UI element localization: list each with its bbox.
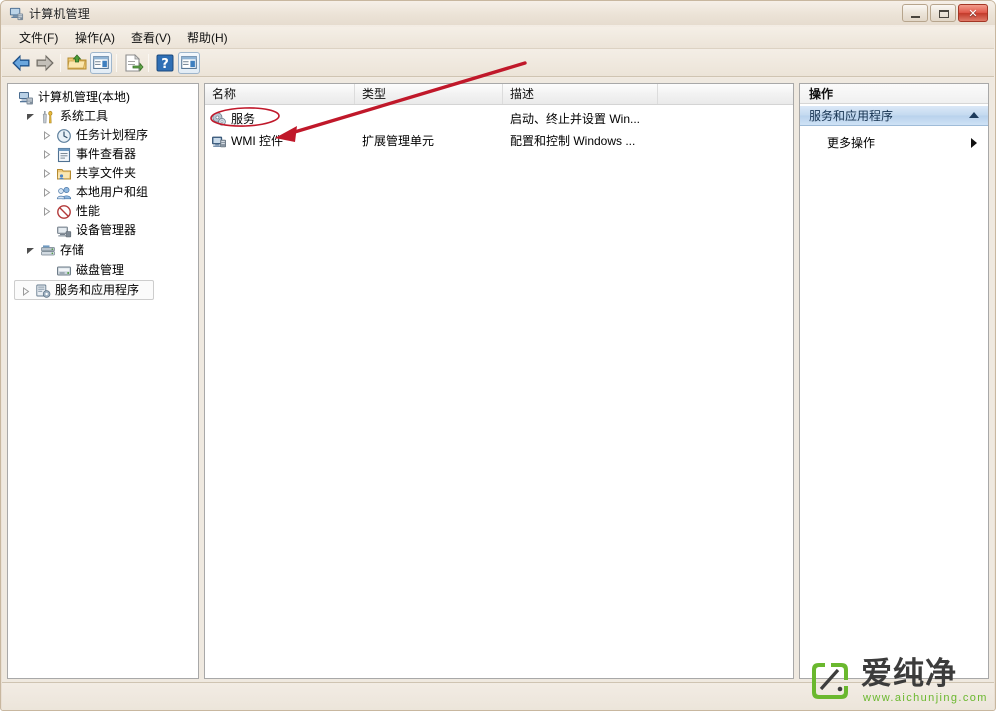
aichunjing-logo-icon: [812, 663, 848, 699]
window-title: 计算机管理: [29, 7, 91, 21]
chevron-right-icon[interactable]: [42, 131, 51, 140]
watermark-brand: 爱纯净: [861, 656, 957, 691]
chevron-right-icon[interactable]: [21, 287, 30, 296]
tree-item-label: 系统工具: [60, 109, 109, 123]
computer-management-window: 计算机管理 ✕ 文件(F) 操作(A) 查看(V) 帮助(H) ? 计算机管理(…: [0, 0, 996, 711]
console-tree-pane[interactable]: 计算机管理(本地) 系统工具 任务计划程序 事件查看器 共享文件夹 本地用户和组…: [7, 83, 199, 679]
close-button[interactable]: ✕: [958, 4, 988, 22]
menu-action[interactable]: 操作(A): [68, 30, 122, 47]
tree-item-label: 磁盘管理: [76, 263, 125, 277]
back-button[interactable]: [10, 52, 32, 74]
export-list-button[interactable]: [122, 52, 144, 74]
toolbar-separator-3: [148, 54, 149, 72]
list-item-services[interactable]: 服务 启动、终止并设置 Win...: [205, 108, 793, 130]
tree-item-label: 计算机管理(本地): [38, 90, 130, 104]
back-arrow-icon: [12, 54, 30, 72]
wmi-control-icon: [212, 136, 226, 148]
storage-icon: [41, 245, 55, 256]
chevron-right-icon[interactable]: [42, 169, 51, 178]
shared-folders-icon: [57, 169, 71, 180]
chevron-down-icon[interactable]: [26, 112, 35, 121]
svg-text:?: ?: [161, 57, 169, 72]
local-users-groups-icon: [56, 187, 72, 200]
menu-file[interactable]: 文件(F): [12, 30, 65, 47]
show-hide-tree-button[interactable]: [90, 52, 112, 74]
chevron-right-icon: [971, 138, 977, 148]
title-bar[interactable]: 计算机管理 ✕: [1, 1, 995, 25]
services-icon: [212, 112, 226, 126]
export-list-icon: [125, 54, 144, 72]
chevron-right-icon[interactable]: [42, 188, 51, 197]
list-item-wmi-control[interactable]: WMI 控件 扩展管理单元 配置和控制 Windows ...: [205, 130, 793, 152]
cell-type: [362, 108, 502, 130]
tree-item-label: 本地用户和组: [76, 185, 149, 199]
toolbar: ?: [2, 49, 994, 77]
more-actions-menu-item[interactable]: 更多操作: [800, 133, 988, 153]
system-tools-icon: [42, 110, 53, 124]
cell-name: WMI 控件: [231, 134, 283, 148]
computer-management-icon: [9, 7, 24, 21]
performance-icon: [57, 205, 71, 219]
computer-icon: [19, 92, 33, 105]
task-scheduler-icon: [57, 129, 71, 143]
menu-view[interactable]: 查看(V): [124, 30, 178, 47]
result-list-pane[interactable]: 名称 类型 描述 服务 启动、终止并设置 Win... WMI 控件 扩展管理单…: [204, 83, 794, 679]
up-folder-icon: [67, 54, 87, 70]
tree-item-label: 存储: [60, 243, 85, 257]
client-area: 计算机管理(本地) 系统工具 任务计划程序 事件查看器 共享文件夹 本地用户和组…: [2, 78, 994, 682]
cell-type: 扩展管理单元: [362, 134, 435, 148]
column-header-name[interactable]: 名称: [205, 84, 355, 104]
show-action-pane-icon: [181, 56, 197, 69]
tree-item-label: 服务和应用程序: [55, 283, 140, 297]
actions-pane[interactable]: 操作 服务和应用程序 更多操作: [799, 83, 989, 679]
close-icon: ✕: [968, 6, 978, 20]
menu-help[interactable]: 帮助(H): [180, 30, 235, 47]
tree-item-label: 设备管理器: [76, 223, 137, 237]
tree-item-services-and-applications[interactable]: 服务和应用程序: [14, 280, 154, 300]
cell-description: 启动、终止并设置 Win...: [510, 112, 641, 126]
actions-section-services-and-applications[interactable]: 服务和应用程序: [800, 105, 988, 126]
chevron-right-icon[interactable]: [42, 207, 51, 216]
list-column-header: 名称 类型 描述: [205, 84, 793, 105]
minimize-button[interactable]: [902, 4, 928, 22]
column-header-description[interactable]: 描述: [503, 84, 658, 104]
show-hide-tree-icon: [93, 56, 109, 69]
show-action-pane-button[interactable]: [178, 52, 200, 74]
cell-name: 服务: [231, 112, 256, 126]
forward-button[interactable]: [34, 52, 56, 74]
actions-pane-title: 操作: [800, 84, 988, 104]
help-button[interactable]: ?: [154, 52, 176, 74]
chevron-right-icon[interactable]: [42, 150, 51, 159]
tree-item-label: 事件查看器: [76, 147, 137, 161]
forward-arrow-icon: [36, 54, 54, 72]
tree-item-label: 任务计划程序: [76, 128, 149, 142]
maximize-button[interactable]: [930, 4, 956, 22]
more-actions-label: 更多操作: [827, 136, 876, 150]
services-and-applications-icon: [36, 284, 51, 298]
maximize-icon: [939, 10, 949, 18]
chevron-down-icon[interactable]: [26, 246, 35, 255]
minimize-icon: [911, 16, 920, 18]
watermark: 爱纯净 www.aichunjing.com: [807, 656, 989, 706]
menu-bar: 文件(F) 操作(A) 查看(V) 帮助(H): [2, 27, 994, 49]
watermark-url: www.aichunjing.com: [863, 692, 988, 704]
tree-item-label: 共享文件夹: [76, 166, 137, 180]
event-viewer-icon: [57, 147, 71, 163]
toolbar-separator-2: [116, 54, 117, 72]
toolbar-separator-1: [60, 54, 61, 72]
device-manager-icon: [57, 226, 72, 238]
up-folder-button[interactable]: [66, 52, 88, 74]
disk-management-icon: [57, 266, 71, 276]
column-header-type[interactable]: 类型: [355, 84, 503, 104]
actions-section-label: 服务和应用程序: [809, 109, 894, 123]
chevron-up-icon[interactable]: [969, 112, 979, 118]
tree-item-label: 性能: [76, 204, 101, 218]
help-icon: ?: [156, 54, 174, 72]
cell-description: 配置和控制 Windows ...: [510, 134, 636, 148]
